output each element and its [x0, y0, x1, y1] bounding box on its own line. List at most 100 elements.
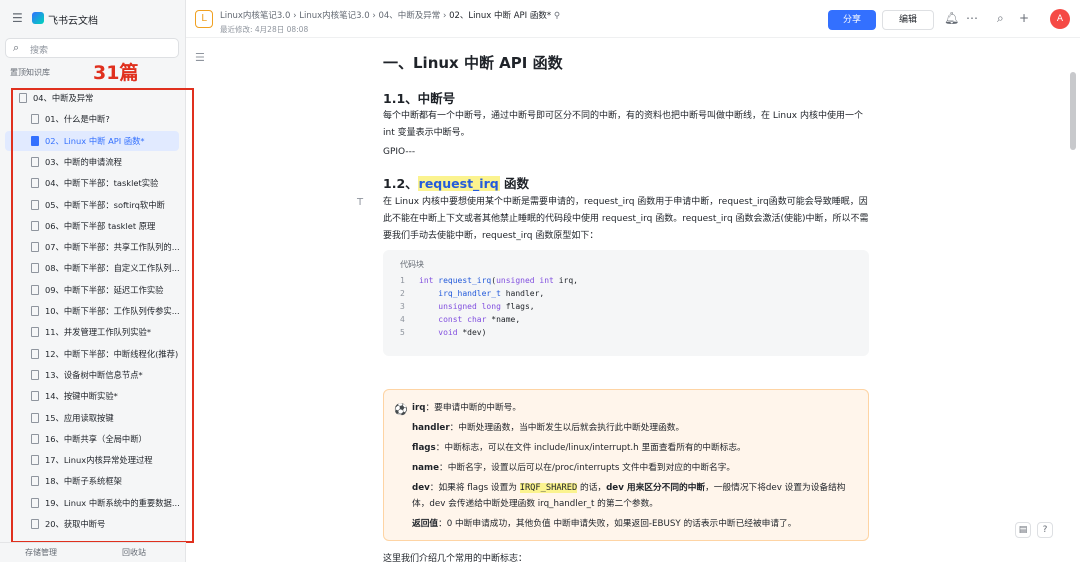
- tree-item[interactable]: 04、中断下半部：tasklet实验: [31, 173, 181, 193]
- tree-item-label: 13、设备树中断信息节点*: [45, 369, 143, 380]
- document-icon: [31, 199, 39, 210]
- storage-button[interactable]: 存储管理: [25, 547, 57, 558]
- breadcrumb-current: 02、Linux 中断 API 函数*: [449, 11, 552, 21]
- avatar[interactable]: A: [1050, 9, 1070, 29]
- tree-item-label: 01、什么是中断?: [45, 114, 110, 125]
- tree-item-label: 04、中断下半部：tasklet实验: [45, 178, 159, 189]
- tree-item[interactable]: 14、按键中断实验*: [31, 386, 181, 406]
- tree-item-label: 20、获取中断号: [45, 519, 106, 529]
- document-icon: [31, 220, 39, 231]
- param-dev: dev：如果将 flags 设置为 IRQF_SHARED 的话，dev 用来区…: [412, 483, 846, 509]
- comment-icon[interactable]: ▤: [1015, 522, 1031, 538]
- add-icon[interactable]: +: [1019, 11, 1029, 25]
- document-icon: [31, 412, 39, 423]
- sidebar-footer: 存储管理 回收站: [0, 542, 186, 562]
- document-icon: [31, 263, 39, 274]
- document-icon: [31, 519, 39, 529]
- code-label: 代码块: [400, 260, 424, 269]
- document-icon: [31, 476, 39, 487]
- tree-item[interactable]: 05、中断下半部：softirq软中断: [31, 195, 181, 215]
- document-icon: [31, 369, 39, 380]
- tree-item[interactable]: 11、并发管理工作队列实验*: [31, 322, 181, 342]
- tree-item[interactable]: 19、Linux 中断系统中的重要数据...: [31, 493, 181, 513]
- param-name: name：中断名字，设置以后可以在/proc/interrupts 文件中看到对…: [412, 463, 736, 473]
- sidebar-section-title: 置顶知识库: [10, 68, 50, 77]
- document-icon: [31, 178, 39, 189]
- document-icon: [31, 156, 39, 167]
- last-modified: 最近修改: 4月28日 08:08: [220, 25, 309, 34]
- annotation-count: 31篇: [93, 62, 139, 84]
- document-icon: [31, 391, 39, 402]
- document-icon: [31, 348, 39, 359]
- menu-icon[interactable]: ☰: [12, 11, 23, 25]
- param-return: 返回值：0 中断申请成功，其他负值 中断申请失败，如果返回-EBUSY 的话表示…: [412, 519, 797, 529]
- share-button[interactable]: 分享: [828, 10, 876, 30]
- tree-folder[interactable]: 04、中断及异常: [19, 88, 169, 108]
- code-line: 2 irq_handler_t handler,: [400, 289, 545, 298]
- tree-item-label: 05、中断下半部：softirq软中断: [45, 199, 165, 210]
- doc-header: L Linux内核笔记3.0 › Linux内核笔记3.0 › 04、中断及异常…: [186, 0, 1080, 38]
- tree-item[interactable]: 17、Linux内核异常处理过程: [31, 450, 181, 470]
- outline-icon[interactable]: ☰: [195, 51, 205, 64]
- document-icon: [31, 433, 39, 444]
- tree-item-label: 11、并发管理工作队列实验*: [45, 327, 151, 338]
- code-line: 4 const char *name,: [400, 315, 521, 324]
- tree-item-label: 16、中断共享（全局中断）: [45, 433, 147, 444]
- document-icon: [31, 135, 39, 146]
- pin-icon[interactable]: ⚲: [554, 11, 560, 21]
- code-block[interactable]: 代码块 1 int request_irq(unsigned int irq, 2…: [383, 250, 869, 356]
- tree-item[interactable]: 16、中断共享（全局中断）: [31, 429, 181, 449]
- search-input[interactable]: ⌕ 搜索: [5, 38, 179, 58]
- param-flags: flags：中断标志，可以在文件 include/linux/interrupt…: [412, 443, 746, 453]
- document-icon: [31, 455, 39, 466]
- tree-item[interactable]: 20、获取中断号: [31, 514, 181, 534]
- tree-item[interactable]: 03、中断的申请流程: [31, 152, 181, 172]
- tree-item-label: 18、中断子系统框架: [45, 476, 122, 487]
- sidebar-header: ☰ 飞书云文档: [0, 8, 186, 30]
- tree-item[interactable]: 01、什么是中断?: [31, 109, 181, 129]
- tree-item[interactable]: 18、中断子系统框架: [31, 471, 181, 491]
- document-icon: [31, 306, 39, 316]
- breadcrumb-item[interactable]: Linux内核笔记3.0: [220, 11, 290, 21]
- more-icon[interactable]: ⋯: [966, 11, 978, 25]
- app-brand: 飞书云文档: [48, 16, 98, 27]
- breadcrumb-item[interactable]: 04、中断及异常: [378, 11, 440, 21]
- tree-item-label: 07、中断下半部：共享工作队列的...: [45, 242, 180, 253]
- tree-item-label: 08、中断下半部：自定义工作队列...: [45, 263, 180, 274]
- breadcrumb-item[interactable]: Linux内核笔记3.0: [299, 11, 369, 21]
- tree-item[interactable]: 09、中断下半部：延迟工作实验: [31, 280, 181, 300]
- tree-item[interactable]: 10、中断下半部：工作队列传参实...: [31, 301, 181, 321]
- sidebar: ☰ 飞书云文档 ⌕ 搜索 置顶知识库 31篇 04、中断及异常 01、什么是中断?…: [0, 0, 194, 562]
- paragraph: 每个中断都有一个中断号，通过中断号即可区分不同的中断，有的资料也把中断号叫做中断…: [383, 111, 863, 138]
- tree-item-label: 12、中断下半部：中断线程化(推荐): [45, 348, 179, 359]
- text-format-icon[interactable]: T: [357, 197, 363, 208]
- search-placeholder: 搜索: [30, 46, 49, 56]
- scrollbar[interactable]: [1070, 72, 1076, 150]
- code-line: 5 void *dev): [400, 328, 487, 337]
- bell-icon[interactable]: 🔔︎: [944, 11, 959, 25]
- help-icon[interactable]: ?: [1037, 522, 1053, 538]
- heading-text: 函数: [499, 176, 530, 191]
- heading-2: 1.2、request_irq 函数: [383, 176, 530, 191]
- param-irq: irq：要申请中断的中断号。: [412, 403, 522, 413]
- breadcrumb: Linux内核笔记3.0 › Linux内核笔记3.0 › 04、中断及异常 ›…: [220, 11, 561, 21]
- tree-item[interactable]: 07、中断下半部：共享工作队列的...: [31, 237, 181, 257]
- doc-type-icon: L: [195, 10, 213, 28]
- callout-block: ⚽ irq：要申请中断的中断号。 handler：中断处理函数，当中断发生以后就…: [383, 389, 869, 541]
- edit-button[interactable]: 编辑: [882, 10, 934, 30]
- tree-item-label: 02、Linux 中断 API 函数*: [45, 135, 145, 146]
- tree-item[interactable]: 13、设备树中断信息节点*: [31, 365, 181, 385]
- tree-item[interactable]: 15、应用读取按键: [31, 408, 181, 428]
- tree-item-label: 14、按键中断实验*: [45, 391, 118, 402]
- code-line: 1 int request_irq(unsigned int irq,: [400, 276, 578, 285]
- code-line: 3 unsigned long flags,: [400, 302, 535, 311]
- tree-item[interactable]: 02、Linux 中断 API 函数*: [5, 130, 179, 151]
- trash-button[interactable]: 回收站: [122, 547, 146, 558]
- tree-item[interactable]: 12、中断下半部：中断线程化(推荐): [31, 344, 181, 364]
- tree-item-label: 04、中断及异常: [33, 93, 94, 103]
- tree-item[interactable]: 08、中断下半部：自定义工作队列...: [31, 258, 181, 278]
- paragraph: GPIO---: [383, 147, 416, 157]
- document-icon: [19, 93, 27, 103]
- tree-item[interactable]: 06、中断下半部 tasklet 原理: [31, 216, 181, 236]
- search-icon[interactable]: ⌕: [997, 11, 1004, 26]
